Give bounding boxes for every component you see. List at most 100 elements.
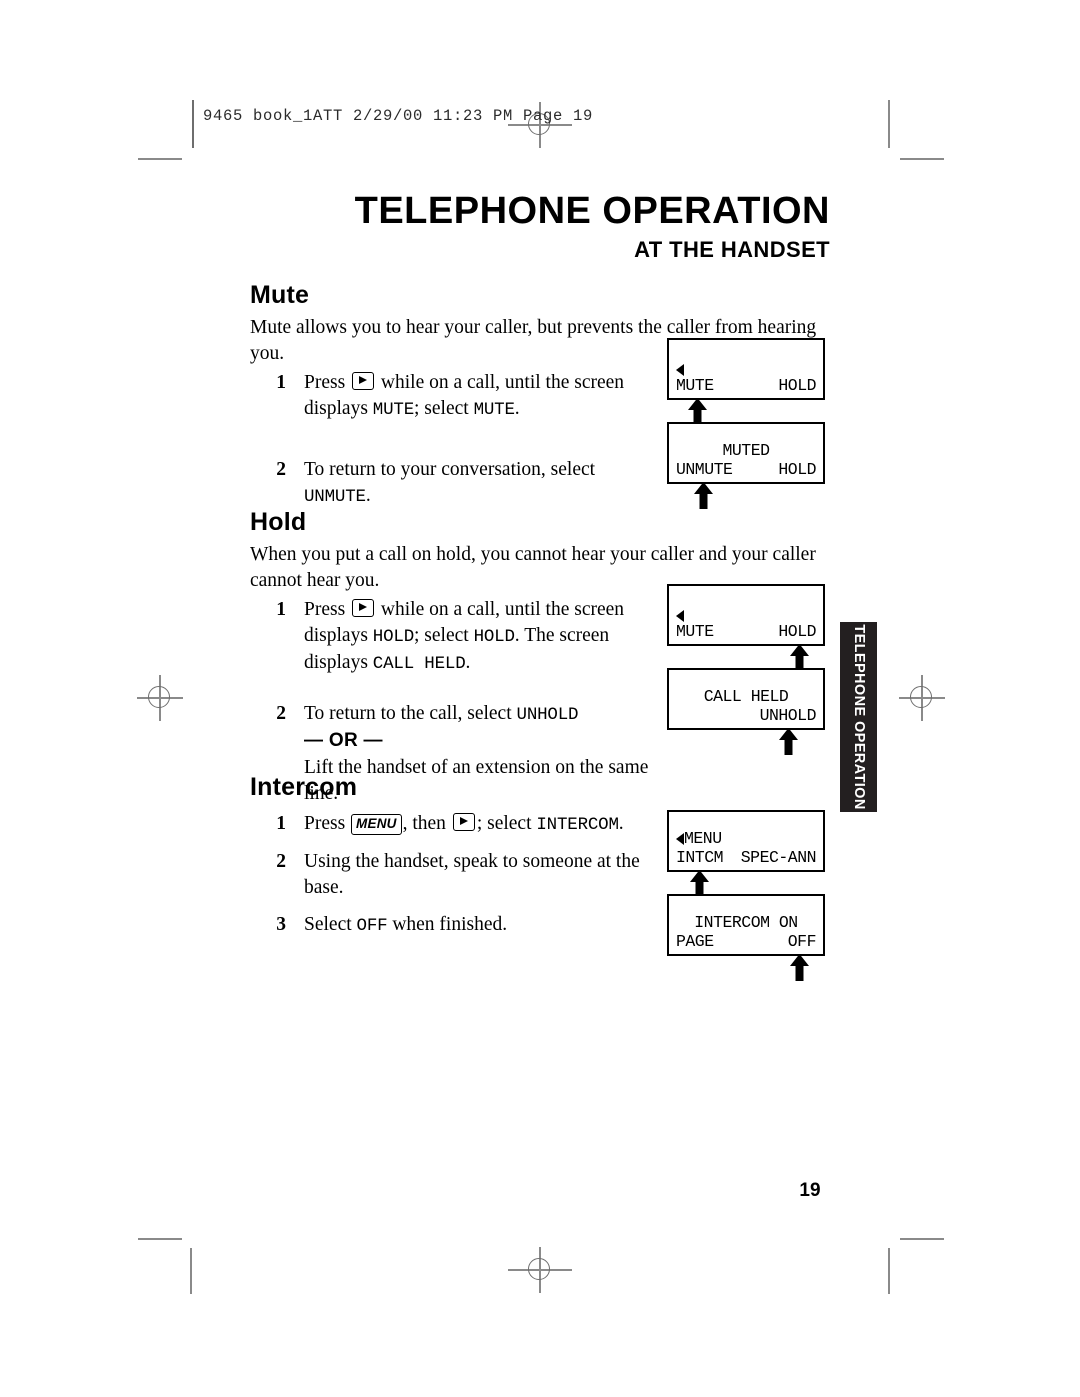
lcd-softkey-left: PAGE (676, 932, 714, 951)
page-title: TELEPHONE OPERATION (354, 190, 830, 232)
step-text-part: when finished. (392, 914, 508, 936)
step-number: 1 (276, 599, 286, 621)
crop-mark-bottom-right-vertical (888, 1248, 890, 1294)
step-list-mute: 1 Press while on a call, until the scree… (250, 370, 670, 510)
step-number: 2 (276, 459, 286, 480)
step-text-part: . (514, 398, 520, 420)
step-text: Using the handset, speak to someone at t… (304, 850, 640, 898)
step-text: To return to your conversation, select U… (304, 457, 670, 510)
lcd-status-text: CALL HELD (703, 687, 789, 706)
step-text-part: ; select (414, 625, 469, 647)
crop-mark-bottom-right-horizontal (900, 1238, 944, 1240)
pointer-arrow-mute-2 (694, 482, 713, 509)
left-caret-icon (676, 833, 684, 845)
screen-code: MUTE (372, 400, 415, 421)
step-text-part: To return to the call, select (304, 702, 512, 724)
list-item: 2 To return to your conversation, select… (250, 457, 670, 510)
printer-slug-text: 9465 book_1ATT 2/29/00 11:23 PM Page 19 (203, 107, 594, 125)
lcd-softkey-right: HOLD (778, 622, 816, 641)
crop-mark-top-right-vertical (888, 100, 890, 148)
lcd-screen-intercom-2: INTERCOM ON PAGE OFF (667, 894, 825, 956)
right-arrow-key-icon (352, 599, 375, 618)
step-text-part: Press (304, 813, 346, 834)
lcd-spacer (756, 829, 816, 848)
step-text-part: . (365, 485, 371, 507)
pointer-arrow-hold-1 (790, 644, 809, 671)
page-header: TELEPHONE OPERATION AT THE HANDSET (250, 192, 830, 263)
screen-code: INTERCOM (536, 815, 619, 835)
lcd-line-2: PAGE OFF (676, 932, 817, 951)
registration-mark-circle (148, 686, 170, 708)
lcd-line-2: MUTE HOLD (676, 622, 816, 641)
screen-code: UNHOLD (516, 704, 579, 725)
lcd-softkey-right: UNHOLD (759, 706, 817, 725)
step-text-part: Select (304, 914, 352, 936)
page-number: 19 (799, 1180, 821, 1201)
lcd-line-2: INTCM SPEC-ANN (676, 848, 817, 867)
crop-mark-bottom-left-horizontal (138, 1238, 182, 1240)
pointer-arrow-mute-1 (688, 398, 707, 425)
list-item: 2 Using the handset, speak to someone at… (250, 849, 660, 902)
crop-mark-top-right-horizontal (900, 158, 944, 160)
screen-code: HOLD (372, 627, 415, 648)
step-text: Press MENU, then ; select INTERCOM. (304, 811, 660, 838)
step-number: 1 (276, 813, 286, 834)
screen-code: CALL HELD (372, 654, 466, 674)
lcd-screen-mute-2: MUTED UNMUTE HOLD (667, 422, 825, 484)
side-thumb-tab-label: TELEPHONE OPERATION (850, 624, 867, 810)
step-text-part: ; select (414, 398, 469, 420)
list-item: 1 Press while on a call, until the scree… (250, 597, 650, 677)
lcd-softkey-left: MUTE (676, 622, 714, 641)
lcd-softkey-right: OFF (787, 932, 817, 951)
lcd-softkey-left: MUTE (676, 376, 714, 395)
pointer-arrow-hold-2 (779, 728, 798, 755)
slug-rule (192, 100, 194, 148)
lcd-line-2: UNHOLD (676, 706, 817, 725)
step-text-part: Press (304, 599, 346, 621)
left-caret-icon (676, 610, 684, 622)
lcd-screen-intercom-1: MENU INTCM SPEC-ANN (667, 810, 825, 872)
pointer-arrow-intercom-2 (790, 954, 809, 981)
lcd-screen-hold-1: MUTE HOLD (667, 584, 825, 646)
lcd-line-1: MUTED (676, 441, 816, 460)
step-text: Press while on a call, until the screen … (304, 370, 670, 423)
lcd-screen-hold-2: CALL HELD UNHOLD (667, 668, 825, 730)
crop-mark-bottom-left-vertical (190, 1248, 192, 1294)
lcd-softkey-left: UNMUTE (676, 460, 733, 479)
list-item: 1 Press while on a call, until the scree… (250, 370, 670, 423)
step-list-intercom: 1 Press MENU, then ; select INTERCOM. 2 … (250, 811, 660, 939)
step-text-part: . (618, 813, 624, 834)
lcd-line-1 (676, 363, 816, 376)
lcd-line-1: INTERCOM ON (676, 913, 816, 932)
lcd-softkey-right: HOLD (778, 376, 816, 395)
step-number: 1 (276, 372, 286, 394)
step-text-part: , then (402, 813, 446, 834)
step-text-part: ; select (476, 813, 532, 834)
step-text: Press while on a call, until the screen … (304, 597, 650, 677)
lcd-softkey-right: HOLD (778, 460, 816, 479)
registration-mark-circle (910, 686, 932, 708)
lcd-spacer (684, 363, 816, 376)
registration-mark-circle (528, 1258, 550, 1280)
list-item: 3 Select OFF when finished. (250, 912, 660, 939)
lcd-softkey-right: SPEC-ANN (740, 848, 817, 867)
section-heading-mute: Mute (250, 281, 310, 309)
lcd-status-text: MUTED (722, 441, 770, 460)
step-number: 3 (276, 914, 286, 936)
lcd-line-1: CALL HELD (676, 687, 816, 706)
page-subtitle: AT THE HANDSET (634, 236, 830, 262)
registration-mark-bottom-center (508, 1247, 572, 1293)
registration-mark-right-middle (899, 675, 945, 721)
left-caret-icon (676, 364, 684, 376)
crop-mark-top-left-horizontal (138, 158, 182, 160)
section-hold: Hold When you put a call on hold, you ca… (250, 508, 830, 810)
page-canvas: 9465 book_1ATT 2/29/00 11:23 PM Page 19 … (0, 0, 1080, 1397)
lcd-line-2: UNMUTE HOLD (676, 460, 816, 479)
step-text-part: . (465, 652, 471, 673)
lcd-line-2: MUTE HOLD (676, 376, 816, 395)
lcd-status-text: INTERCOM ON (694, 913, 798, 932)
lcd-screen-mute-1: MUTE HOLD (667, 338, 825, 400)
section-heading-intercom: Intercom (250, 773, 358, 801)
list-item: 1 Press MENU, then ; select INTERCOM. (250, 811, 660, 838)
registration-mark-left-middle (137, 675, 183, 721)
